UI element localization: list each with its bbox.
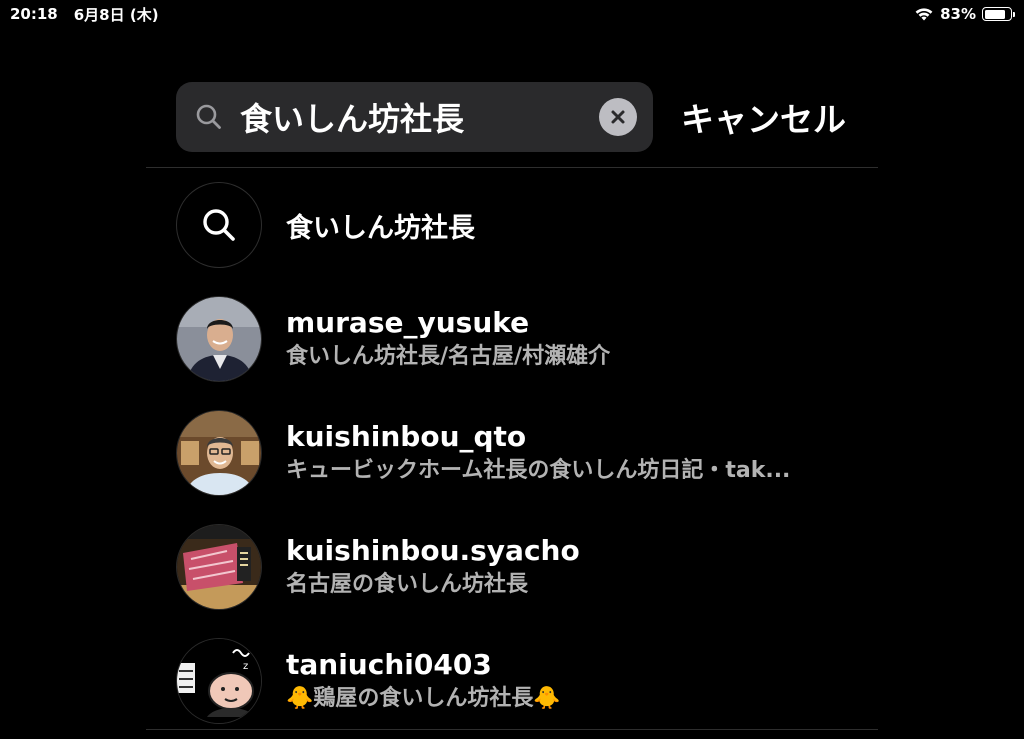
- account-username: taniuchi0403: [286, 648, 492, 681]
- search-field[interactable]: [176, 82, 653, 152]
- search-header: キャンセル: [176, 82, 876, 152]
- search-icon: [196, 104, 221, 129]
- account-subtitle: キュービックホーム社長の食いしん坊日記・tak...: [286, 458, 791, 483]
- search-input[interactable]: [240, 98, 599, 136]
- list-bottom-divider: [146, 729, 878, 730]
- account-username: murase_yusuke: [286, 306, 530, 339]
- status-left: 20:18 6月8日 (木): [10, 4, 159, 25]
- close-icon: [611, 110, 625, 124]
- chick-emoji-icon: 🐥: [286, 686, 314, 711]
- battery-percent: 83%: [940, 5, 976, 23]
- account-result-row[interactable]: murase_yusuke 食いしん坊社長/名古屋/村瀬雄介: [176, 282, 876, 396]
- account-subtitle: 🐥鶏屋の食いしん坊社長🐥: [286, 683, 561, 715]
- query-suggestion-text: 食いしん坊社長: [286, 212, 475, 244]
- wagyu-beef-photo-icon: [177, 525, 261, 609]
- status-bar: 20:18 6月8日 (木) 83%: [0, 0, 1024, 28]
- search-icon: [203, 209, 235, 241]
- battery-icon: [982, 7, 1015, 21]
- chick-emoji-icon: 🐥: [533, 686, 561, 711]
- cancel-button[interactable]: キャンセル: [681, 93, 846, 141]
- wifi-icon: [915, 7, 933, 20]
- status-time: 20:18: [10, 5, 58, 23]
- query-suggestion-icon-circle: [176, 182, 262, 268]
- account-username: kuishinbou_qto: [286, 420, 527, 453]
- status-right: 83%: [914, 5, 1015, 23]
- account-text: murase_yusuke 食いしん坊社長/名古屋/村瀬雄介: [286, 305, 610, 373]
- portrait-man-glasses-icon: [177, 411, 261, 495]
- avatar: [176, 410, 262, 496]
- svg-text:z: z: [243, 661, 248, 672]
- account-result-row[interactable]: kuishinbou_qto キュービックホーム社長の食いしん坊日記・tak..…: [176, 396, 876, 510]
- query-suggestion-row[interactable]: 食いしん坊社長: [176, 180, 876, 270]
- status-date: 6月8日 (木): [73, 5, 159, 24]
- account-text: kuishinbou.syacho 名古屋の食いしん坊社長: [286, 533, 580, 601]
- account-text: kuishinbou_qto キュービックホーム社長の食いしん坊日記・tak..…: [286, 419, 790, 487]
- account-subtitle-text: 鶏屋の食いしん坊社長: [313, 686, 534, 711]
- avatar: [176, 296, 262, 382]
- header-divider: [146, 167, 878, 168]
- account-result-row[interactable]: z taniuchi0403 🐥鶏屋の食いしん坊社長🐥: [176, 624, 876, 738]
- cartoon-chef-illustration-icon: z: [177, 639, 261, 723]
- account-text: taniuchi0403 🐥鶏屋の食いしん坊社長🐥: [286, 647, 561, 715]
- battery-fill: [984, 9, 1006, 19]
- avatar: [176, 524, 262, 610]
- avatar: z: [176, 638, 262, 724]
- clear-search-button[interactable]: [599, 98, 637, 136]
- search-results-list: 食いしん坊社長 murase_yusuke 食いしん坊社長/名古屋/村瀬雄介 k…: [176, 180, 876, 738]
- account-username: kuishinbou.syacho: [286, 534, 580, 567]
- account-result-row[interactable]: kuishinbou.syacho 名古屋の食いしん坊社長: [176, 510, 876, 624]
- account-subtitle: 名古屋の食いしん坊社長: [286, 572, 529, 597]
- portrait-man-suit-icon: [177, 297, 261, 381]
- account-subtitle: 食いしん坊社長/名古屋/村瀬雄介: [286, 344, 611, 369]
